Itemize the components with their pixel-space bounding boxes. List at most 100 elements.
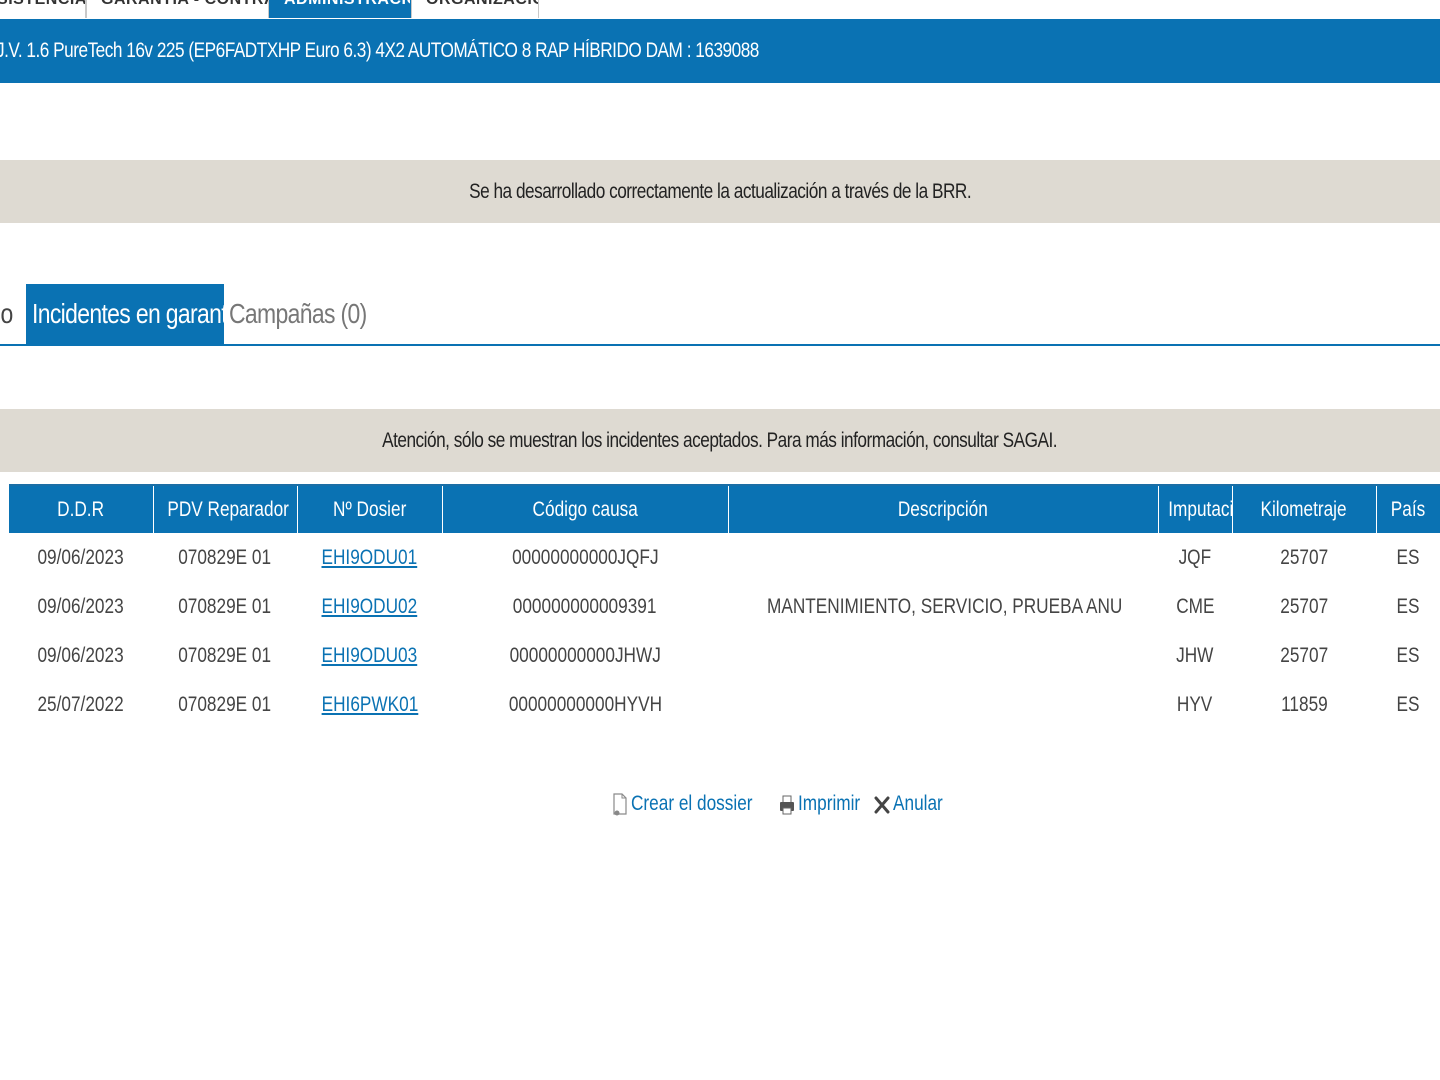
col-descripcion[interactable]: Descripción bbox=[728, 484, 1159, 533]
warning-message-text: Atención, sólo se muestran los incidente… bbox=[382, 429, 1058, 452]
dossier-link[interactable]: EHI9ODU03 bbox=[322, 644, 418, 667]
create-dossier-button[interactable]: Crear el dossier bbox=[612, 785, 767, 823]
cell-ddr-text: 09/06/2023 bbox=[37, 545, 125, 569]
cell-pais-text: ES bbox=[1396, 545, 1420, 569]
cell-codigo: 00000000000JQFJ bbox=[442, 533, 728, 582]
tab-incidentes-label: Incidentes en garantía bbox=[32, 298, 245, 329]
cell-km: 11859 bbox=[1232, 680, 1376, 729]
tab-campanas-label: Campañas (0) bbox=[229, 298, 367, 329]
col-codigo[interactable]: Código causa bbox=[442, 484, 729, 533]
cell-km-text: 25707 bbox=[1280, 545, 1328, 569]
cell-km: 25707 bbox=[1232, 582, 1376, 631]
cell-descripcion: MANTENIMIENTO, SERVICIO, PRUEBA ANU bbox=[728, 582, 1158, 631]
table-header-row: D.D.R PDV Reparador Nº Dosier Código cau… bbox=[9, 484, 1440, 533]
cell-imputacion-text: JQF bbox=[1178, 545, 1212, 569]
cell-dossier: EHI6PWK01 bbox=[297, 680, 442, 729]
cell-km-text: 25707 bbox=[1280, 643, 1328, 667]
cell-km-text: 11859 bbox=[1280, 692, 1328, 716]
close-x-icon bbox=[874, 790, 890, 818]
col-pdv[interactable]: PDV Reparador bbox=[153, 484, 298, 533]
tab-organizacion[interactable]: ORGANIZACIÓN bbox=[411, 0, 539, 18]
cell-pais: ES bbox=[1376, 533, 1440, 582]
cell-pdv-text: 070829E 01 bbox=[178, 643, 272, 667]
col-pdv-label: PDV Reparador bbox=[166, 497, 289, 521]
cell-ddr-text: 09/06/2023 bbox=[37, 643, 125, 667]
cell-descripcion bbox=[728, 631, 1158, 680]
cell-pdv: 070829E 01 bbox=[153, 582, 297, 631]
cell-km: 25707 bbox=[1232, 533, 1376, 582]
col-descripcion-label: Descripción bbox=[898, 497, 988, 521]
table-row: 09/06/2023 070829E 01 EHI9ODU01 00000000… bbox=[9, 533, 1440, 582]
cell-codigo: 00000000000JHWJ bbox=[442, 631, 728, 680]
cell-imputacion-text: HYV bbox=[1177, 692, 1213, 716]
action-bar: Crear el dossier Imprimir Anular bbox=[612, 785, 947, 823]
cell-descripcion bbox=[728, 680, 1158, 729]
col-km[interactable]: Kilometraje bbox=[1232, 484, 1377, 533]
create-dossier-label: Crear el dossier bbox=[631, 792, 753, 815]
print-label: Imprimir bbox=[798, 792, 861, 815]
cell-pais: ES bbox=[1376, 680, 1440, 729]
col-dossier-label: Nº Dosier bbox=[332, 497, 407, 521]
col-ddr[interactable]: D.D.R bbox=[9, 484, 154, 533]
vehicle-description: J.V. 1.6 PureTech 16v 225 (EP6FADTXHP Eu… bbox=[0, 39, 759, 62]
col-dossier[interactable]: Nº Dosier bbox=[297, 484, 443, 533]
col-pais[interactable]: País bbox=[1376, 484, 1440, 533]
incidents-table: D.D.R PDV Reparador Nº Dosier Código cau… bbox=[9, 484, 1440, 729]
cell-imputacion-text: CME bbox=[1175, 594, 1215, 618]
tab-asistencia[interactable]: ASISTENCIA bbox=[0, 0, 86, 18]
warning-message: Atención, sólo se muestran los incidente… bbox=[0, 409, 1440, 472]
dossier-link[interactable]: EHI9ODU02 bbox=[322, 595, 418, 618]
tab-incidentes-garantia[interactable]: Incidentes en garantía bbox=[26, 284, 245, 346]
cell-pdv: 070829E 01 bbox=[153, 680, 297, 729]
cell-pdv-text: 070829E 01 bbox=[178, 692, 272, 716]
tab-garantia-contratos[interactable]: GARANTÍA - CONTRATOS bbox=[86, 0, 269, 18]
cell-codigo-text: 00000000000JQFJ bbox=[511, 545, 659, 569]
cell-imputacion-text: JHW bbox=[1176, 643, 1214, 667]
cell-dossier: EHI9ODU02 bbox=[297, 582, 442, 631]
cancel-button[interactable]: Anular bbox=[874, 785, 943, 823]
col-pais-label: País bbox=[1390, 497, 1426, 521]
tab-previous[interactable]: lo bbox=[0, 284, 20, 344]
dossier-link[interactable]: EHI6PWK01 bbox=[321, 693, 418, 716]
cell-pais: ES bbox=[1376, 582, 1440, 631]
cell-imputacion: HYV bbox=[1158, 680, 1232, 729]
cell-imputacion: JQF bbox=[1158, 533, 1232, 582]
cell-pdv-text: 070829E 01 bbox=[178, 545, 272, 569]
dossier-link[interactable]: EHI9ODU01 bbox=[322, 546, 418, 569]
cell-pais-text: ES bbox=[1396, 594, 1420, 618]
cell-descripcion-text: MANTENIMIENTO, SERVICIO, PRUEBA ANU bbox=[766, 594, 1123, 618]
table-row: 09/06/2023 070829E 01 EHI9ODU03 00000000… bbox=[9, 631, 1440, 680]
cell-ddr-text: 25/07/2022 bbox=[37, 692, 125, 716]
cell-descripcion bbox=[728, 533, 1158, 582]
new-document-icon bbox=[612, 790, 628, 818]
col-ddr-label: D.D.R bbox=[57, 497, 105, 521]
table-row: 25/07/2022 070829E 01 EHI6PWK01 00000000… bbox=[9, 680, 1440, 729]
cell-ddr: 09/06/2023 bbox=[9, 533, 153, 582]
top-nav-tabs: ASISTENCIA GARANTÍA - CONTRATOS ADMINIST… bbox=[0, 0, 1440, 19]
tab-administracion[interactable]: ADMINISTRACIÓN bbox=[269, 0, 411, 18]
cell-dossier: EHI9ODU03 bbox=[297, 631, 442, 680]
cell-ddr: 09/06/2023 bbox=[9, 582, 153, 631]
cell-codigo-text: 00000000000JHWJ bbox=[509, 643, 661, 667]
sub-tabs: lo Incidentes en garantía Campañas (0) bbox=[0, 284, 1440, 346]
success-message: Se ha desarrollado correctamente la actu… bbox=[0, 160, 1440, 223]
cell-dossier: EHI9ODU01 bbox=[297, 533, 442, 582]
cell-codigo-text: 000000000009391 bbox=[513, 594, 657, 618]
cancel-label: Anular bbox=[892, 792, 943, 815]
cell-pdv-text: 070829E 01 bbox=[178, 594, 272, 618]
cell-codigo: 000000000009391 bbox=[442, 582, 728, 631]
col-codigo-label: Código causa bbox=[532, 497, 638, 521]
printer-icon bbox=[779, 790, 795, 818]
cell-imputacion: JHW bbox=[1158, 631, 1232, 680]
table-row: 09/06/2023 070829E 01 EHI9ODU02 00000000… bbox=[9, 582, 1440, 631]
cell-imputacion: CME bbox=[1158, 582, 1232, 631]
tab-previous-label: lo bbox=[0, 298, 13, 329]
print-button[interactable]: Imprimir bbox=[779, 785, 862, 823]
cell-ddr: 09/06/2023 bbox=[9, 631, 153, 680]
vehicle-header: J.V. 1.6 PureTech 16v 225 (EP6FADTXHP Eu… bbox=[0, 19, 1440, 83]
cell-km-text: 25707 bbox=[1280, 594, 1328, 618]
tab-campanas[interactable]: Campañas (0) bbox=[229, 284, 369, 344]
col-imputacion[interactable]: Imputación bbox=[1158, 484, 1233, 533]
col-imputacion-label: Imputación bbox=[1167, 497, 1231, 521]
cell-codigo-text: 00000000000HYVH bbox=[508, 692, 662, 716]
